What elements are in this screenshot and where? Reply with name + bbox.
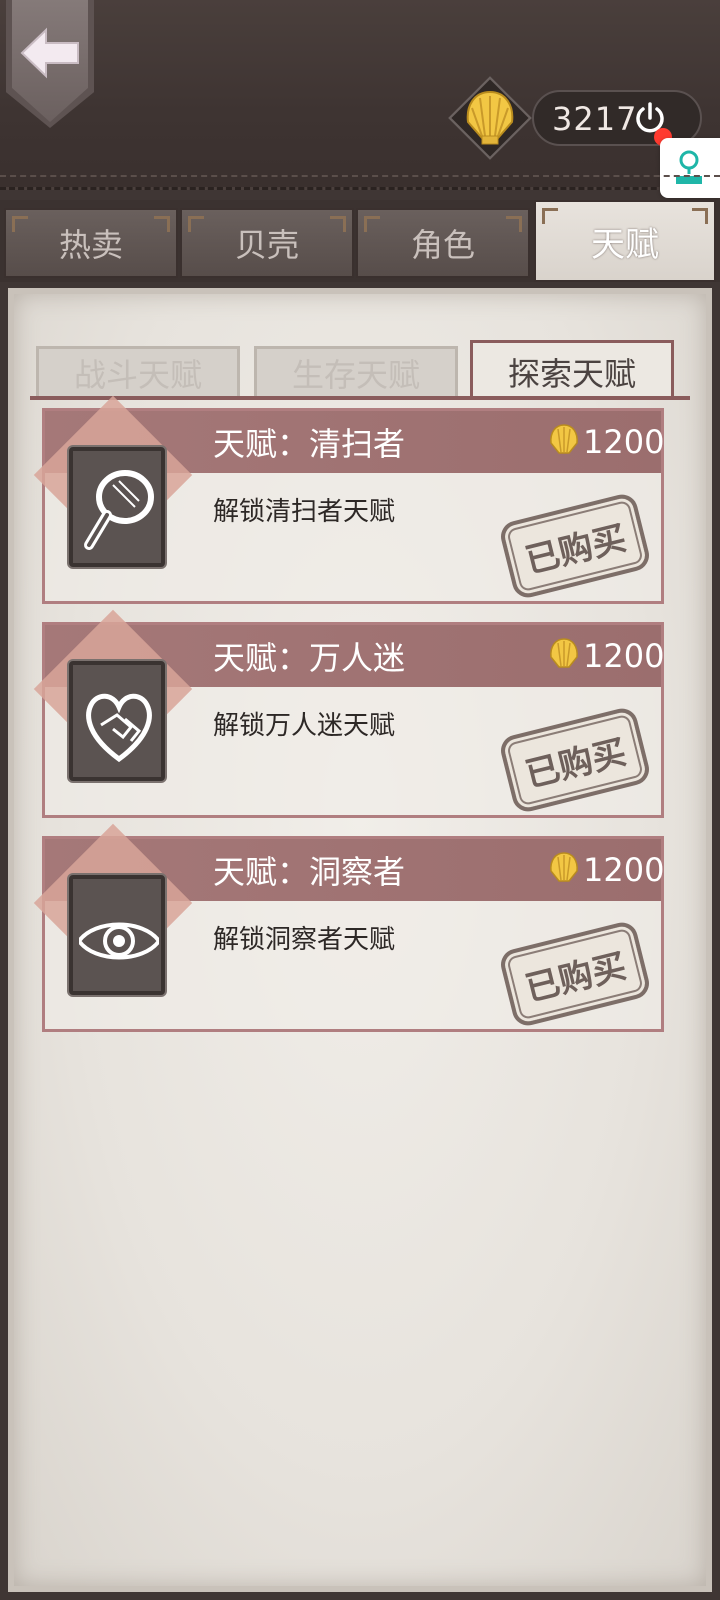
heart-handshake-icon	[86, 693, 152, 763]
tab-label: 角色	[410, 226, 475, 264]
talent-card[interactable]: 天赋：清扫者 1200 解锁清扫者天赋 已购买	[33, 395, 665, 604]
talent-description: 解锁万人迷天赋	[213, 711, 396, 741]
shell-icon	[550, 852, 578, 882]
shell-icon	[550, 424, 578, 454]
purchased-stamp: 已购买	[497, 919, 653, 1029]
talent-title: 天赋：洞察者	[213, 853, 406, 891]
shell-icon	[550, 638, 578, 668]
tab-label: 热卖	[58, 226, 123, 264]
talent-subtabs: 战斗天赋 生存天赋 探索天赋	[34, 340, 684, 400]
currency-amount: 3217	[552, 100, 638, 138]
tab-label: 贝壳	[234, 226, 299, 264]
talent-price: 1200	[583, 637, 665, 675]
map-pin-icon	[676, 150, 702, 184]
purchased-label: 已购买	[521, 945, 631, 1010]
category-tabs: 热卖 贝壳 角色 天赋	[0, 200, 720, 282]
tab-characters[interactable]: 角色	[356, 208, 530, 278]
subtab-survival[interactable]: 生存天赋	[254, 346, 458, 400]
tab-shells[interactable]: 贝壳	[180, 208, 354, 278]
talent-card[interactable]: 天赋：万人迷 1200 解锁万人迷天赋 已购买	[33, 609, 665, 818]
talent-card[interactable]: 天赋：洞察者 1200 解锁洞察者天赋 已购买	[33, 823, 665, 1032]
top-bar: 3217	[0, 0, 720, 198]
tab-label: 天赋	[591, 224, 659, 265]
talent-description: 解锁清扫者天赋	[213, 497, 396, 527]
purchased-stamp: 已购买	[497, 705, 653, 815]
map-pin-badge[interactable]	[660, 138, 720, 198]
back-button[interactable]	[6, 0, 94, 128]
talent-icon-frame	[69, 447, 165, 567]
subtab-label: 生存天赋	[291, 356, 420, 394]
subtab-exploration[interactable]: 探索天赋	[470, 340, 674, 400]
purchased-label: 已购买	[521, 517, 631, 582]
back-arrow-icon	[20, 27, 79, 79]
subtab-label: 战斗天赋	[73, 356, 202, 394]
talent-title: 天赋：万人迷	[213, 639, 406, 677]
talent-price: 1200	[583, 851, 665, 889]
eye-icon	[79, 922, 159, 960]
tab-talents[interactable]: 天赋	[534, 200, 716, 282]
subtab-label: 探索天赋	[507, 354, 636, 393]
magnifier-icon	[84, 470, 154, 550]
subtab-divider	[30, 396, 690, 400]
talent-price: 1200	[583, 423, 665, 461]
tab-hot-sale[interactable]: 热卖	[4, 208, 178, 278]
subtab-combat[interactable]: 战斗天赋	[36, 346, 240, 400]
talent-icon-frame	[69, 661, 165, 781]
purchased-label: 已购买	[521, 731, 631, 796]
talent-description: 解锁洞察者天赋	[213, 925, 396, 955]
purchased-stamp: 已购买	[497, 491, 653, 601]
shell-icon	[466, 90, 514, 145]
talent-title: 天赋：清扫者	[213, 425, 406, 463]
talent-icon-frame	[69, 875, 165, 995]
